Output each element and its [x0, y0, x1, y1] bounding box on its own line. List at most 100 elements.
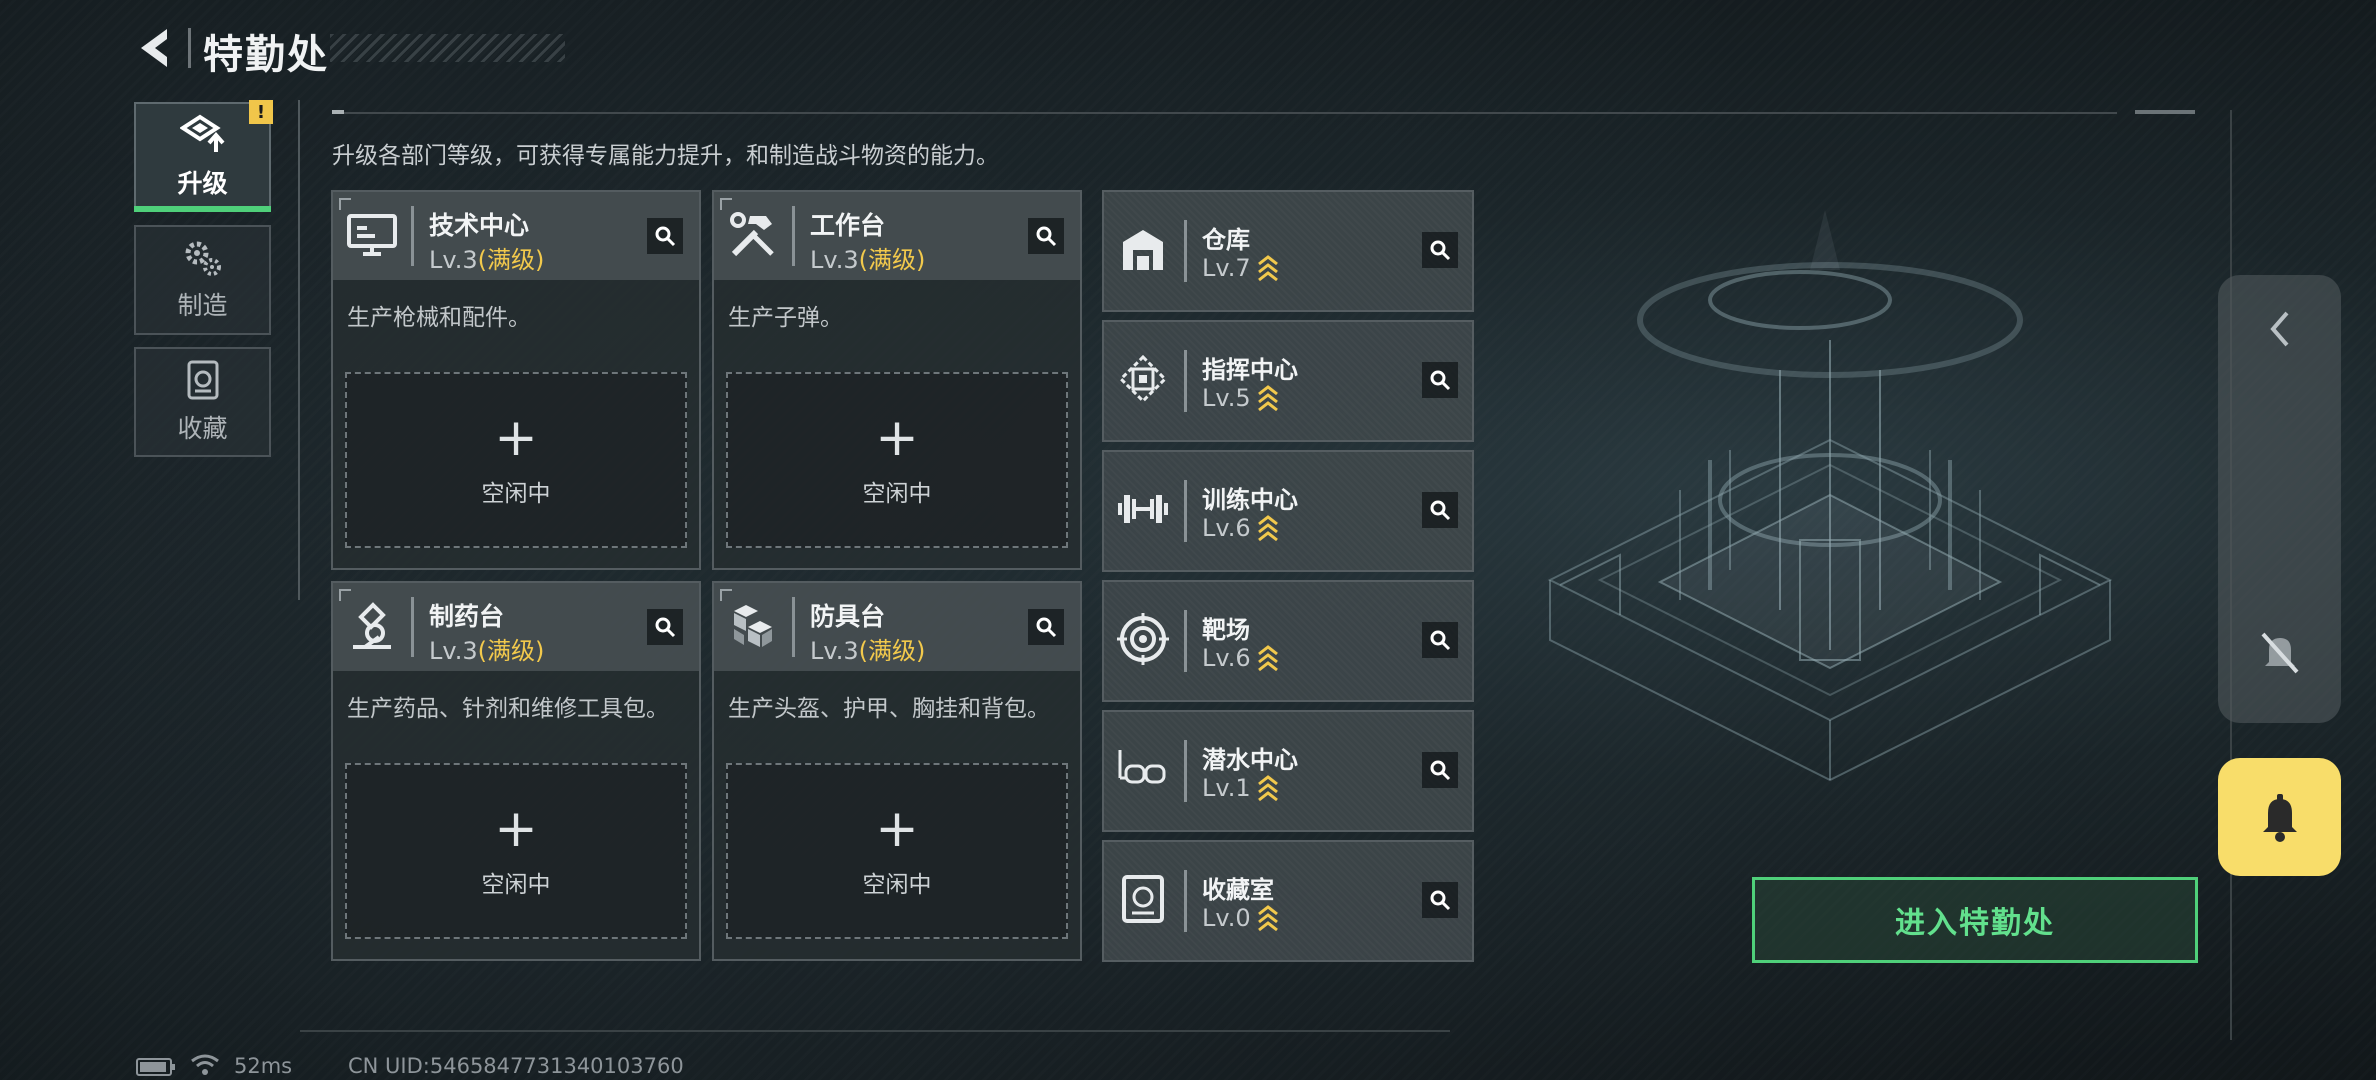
add-icon: + [875, 799, 919, 859]
upgrade-chevron-icon [1257, 515, 1278, 542]
search-icon [1430, 890, 1451, 911]
production-slot[interactable]: + 空闲中 [726, 372, 1068, 548]
facility-name: 仓库 [1202, 226, 1250, 254]
facility-card-command-center[interactable]: 指挥中心 Lv.5 [1102, 320, 1474, 442]
uid-text: CN UID:5465847731340103760 [348, 1054, 684, 1078]
enter-base-label: 进入特勤处 [1895, 906, 2055, 941]
add-icon: + [494, 799, 538, 859]
level-value: Lv.0 [1202, 904, 1251, 932]
facility-card-shooting-range[interactable]: 靶场 Lv.6 [1102, 580, 1474, 702]
inspect-button[interactable] [1422, 882, 1458, 918]
search-icon [1430, 370, 1451, 391]
card-header: 工作台 Lv.3(满级) [714, 192, 1080, 280]
page-title: 特勤处 [203, 32, 329, 78]
upgrade-chevron-icon [1257, 645, 1278, 672]
inspect-button[interactable] [1422, 752, 1458, 788]
facility-card-diving-center[interactable]: 潜水中心 Lv.1 [1102, 710, 1474, 832]
computer-icon [343, 206, 401, 264]
facility-level: Lv.6 [1202, 514, 1279, 542]
level-value: Lv.7 [1202, 254, 1251, 282]
diving-mask-icon [1114, 740, 1172, 798]
nav-tab-craft[interactable]: 制造 [134, 225, 271, 335]
facility-name: 收藏室 [1202, 876, 1274, 904]
facility-level: Lv.1 [1202, 774, 1279, 802]
max-level-tag: (满级) [858, 246, 926, 274]
slot-status: 空闲中 [481, 872, 551, 898]
production-slot[interactable]: + 空闲中 [345, 763, 687, 939]
facility-name: 制药台 [429, 602, 505, 631]
collapse-button[interactable] [2254, 303, 2306, 355]
facility-description: 生产药品、针剂和维修工具包。 [347, 696, 669, 722]
facility-name: 技术中心 [429, 211, 530, 240]
icon-separator [1184, 220, 1187, 282]
search-icon [655, 226, 676, 247]
max-level-tag: (满级) [477, 246, 545, 274]
back-button[interactable] [130, 20, 180, 76]
inspect-button[interactable] [647, 218, 683, 254]
facility-card-training-center[interactable]: 训练中心 Lv.6 [1102, 450, 1474, 572]
facility-description: 生产子弹。 [728, 305, 843, 331]
facility-level: Lv.6 [1202, 644, 1279, 672]
level-value: Lv.6 [1202, 514, 1251, 542]
facility-name: 靶场 [1202, 616, 1250, 644]
facility-card-collection-room[interactable]: 收藏室 Lv.0 [1102, 840, 1474, 962]
production-slot[interactable]: + 空闲中 [345, 372, 687, 548]
facility-name: 工作台 [810, 211, 886, 240]
level-value: Lv.5 [1202, 384, 1251, 412]
search-icon [1430, 760, 1451, 781]
icon-separator [1184, 350, 1187, 412]
icon-separator [411, 206, 414, 266]
search-icon [1430, 240, 1451, 261]
back-arrow-icon [141, 29, 167, 67]
icon-separator [792, 206, 795, 266]
enter-base-button[interactable]: 进入特勤处 [1752, 877, 2198, 963]
collection-room-icon [1114, 870, 1172, 928]
production-slot[interactable]: + 空闲中 [726, 763, 1068, 939]
add-icon: + [494, 408, 538, 468]
notification-button[interactable] [2218, 758, 2341, 876]
icon-separator [1184, 610, 1187, 672]
battery-icon [136, 1058, 175, 1076]
inspect-button[interactable] [1422, 622, 1458, 658]
facility-description: 生产枪械和配件。 [347, 305, 531, 331]
card-header: 防具台 Lv.3(满级) [714, 583, 1080, 671]
nav-tab-upgrade[interactable]: ! 升级 [134, 100, 273, 212]
icon-separator [1184, 480, 1187, 542]
inspect-button[interactable] [1422, 362, 1458, 398]
frame-accent [332, 110, 344, 114]
search-icon [1036, 617, 1057, 638]
inspect-button[interactable] [647, 609, 683, 645]
facility-level: Lv.7 [1202, 254, 1279, 282]
target-icon [1114, 610, 1172, 668]
chevron-left-icon [2270, 311, 2289, 347]
collection-icon [187, 360, 218, 400]
nav-tab-collection[interactable]: 收藏 [134, 347, 271, 457]
inspect-button[interactable] [1422, 492, 1458, 528]
slot-status: 空闲中 [481, 481, 551, 507]
level-value: Lv.3 [810, 246, 859, 274]
inspect-button[interactable] [1422, 232, 1458, 268]
facility-level: Lv.3(满级) [810, 631, 925, 666]
inspect-button[interactable] [1028, 218, 1064, 254]
search-icon [1036, 226, 1057, 247]
armor-blocks-icon [724, 597, 782, 655]
card-header: 技术中心 Lv.3(满级) [333, 192, 699, 280]
level-value: Lv.3 [429, 246, 478, 274]
title-decoration [330, 34, 565, 62]
add-icon: + [875, 408, 919, 468]
frame-accent [2135, 110, 2195, 114]
ping-text: 52ms [234, 1054, 293, 1078]
wifi-icon [191, 1054, 219, 1075]
facility-card-warehouse[interactable]: 仓库 Lv.7 [1102, 190, 1474, 312]
production-card-tech-center: 技术中心 Lv.3(满级) 生产枪械和配件。 + 空闲中 [331, 190, 701, 570]
facility-level: Lv.5 [1202, 384, 1279, 412]
inspect-button[interactable] [1028, 609, 1064, 645]
tools-icon [724, 206, 782, 264]
nav-tab-label: 制造 [177, 291, 228, 320]
microscope-icon [343, 597, 401, 655]
facility-name: 指挥中心 [1202, 356, 1298, 384]
upgrade-chevron-icon [1257, 385, 1278, 412]
upgrade-icon [179, 114, 225, 152]
mute-button[interactable] [2254, 627, 2306, 679]
level-value: Lv.6 [1202, 644, 1251, 672]
